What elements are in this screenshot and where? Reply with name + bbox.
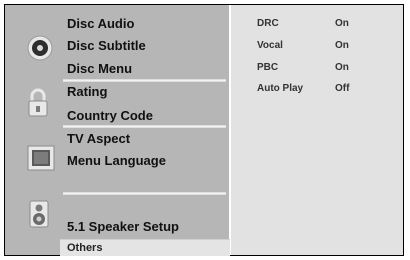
option-pbc-label[interactable]: PBC: [257, 62, 278, 74]
padlock-icon: [27, 88, 49, 123]
menu-item-speaker-setup[interactable]: 5.1 Speaker Setup: [67, 219, 179, 235]
option-drc-label[interactable]: DRC: [257, 18, 279, 30]
setup-menu-window: Disc Audio Disc Subtitle Disc Menu Ratin…: [4, 4, 404, 256]
disc-icon: [27, 35, 53, 66]
tab-others-label: Others: [67, 242, 103, 254]
menu-item-disc-audio[interactable]: Disc Audio: [67, 16, 134, 32]
menu-panel: Disc Audio Disc Subtitle Disc Menu Ratin…: [5, 5, 230, 256]
option-drc-value[interactable]: On: [335, 18, 349, 30]
tv-screen-icon: [27, 145, 55, 176]
menu-divider: [63, 79, 226, 82]
menu-divider: [63, 125, 226, 128]
menu-item-tv-aspect[interactable]: TV Aspect: [67, 131, 130, 147]
menu-divider: [63, 192, 226, 195]
menu-item-disc-menu[interactable]: Disc Menu: [67, 61, 132, 77]
menu-item-disc-subtitle[interactable]: Disc Subtitle: [67, 38, 146, 54]
menu-item-country-code[interactable]: Country Code: [67, 108, 153, 124]
option-auto-play-value[interactable]: Off: [335, 83, 349, 95]
option-vocal-label[interactable]: Vocal: [257, 40, 283, 52]
settings-panel: DRC On Vocal On PBC On Auto Play Off: [231, 5, 403, 255]
tab-others[interactable]: Others: [60, 239, 230, 256]
option-vocal-value[interactable]: On: [335, 40, 349, 52]
speaker-icon: [29, 200, 49, 233]
menu-item-rating[interactable]: Rating: [67, 84, 107, 100]
menu-item-menu-language[interactable]: Menu Language: [67, 153, 166, 169]
option-auto-play-label[interactable]: Auto Play: [257, 83, 303, 95]
option-pbc-value[interactable]: On: [335, 62, 349, 74]
